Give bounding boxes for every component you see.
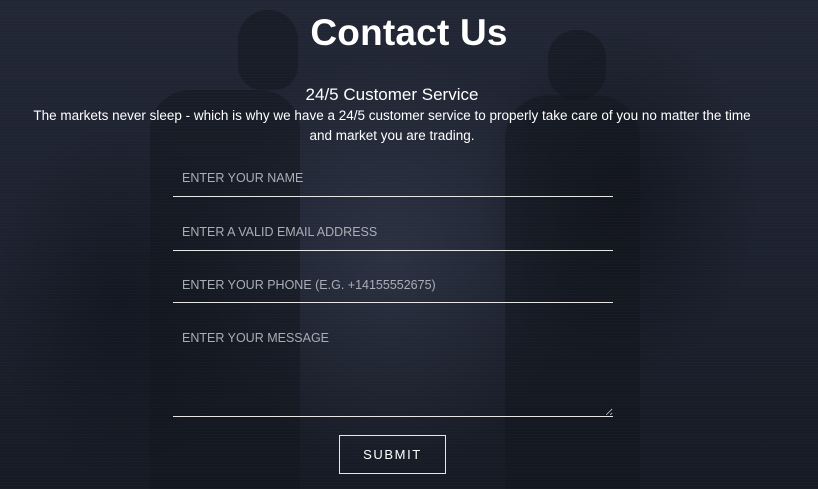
section-subtitle: 24/5 Customer Service bbox=[305, 85, 479, 104]
section-description: The markets never sleep - which is why w… bbox=[33, 108, 751, 143]
message-textarea[interactable] bbox=[173, 322, 613, 417]
contact-section: Contact Us 24/5 Customer Service The mar… bbox=[0, 0, 818, 489]
submit-button[interactable]: SUBMIT bbox=[339, 435, 446, 474]
phone-input[interactable] bbox=[173, 267, 613, 303]
page-title: Contact Us bbox=[310, 12, 508, 53]
name-input[interactable] bbox=[173, 160, 613, 197]
email-input[interactable] bbox=[173, 214, 613, 251]
